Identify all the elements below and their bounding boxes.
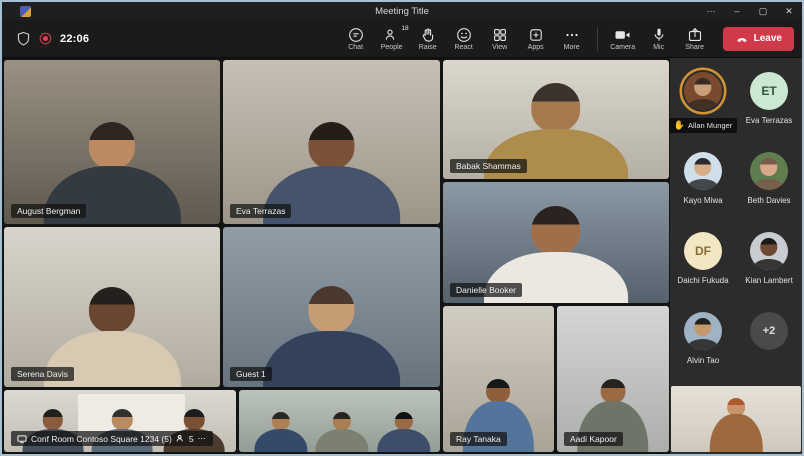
apps-button[interactable]: Apps xyxy=(518,25,554,53)
camera-button[interactable]: Camera xyxy=(605,25,641,53)
raise-hand-icon xyxy=(420,27,436,43)
meeting-timer: 22:06 xyxy=(60,33,89,45)
meeting-toolbar: 22:06 Chat 18 People xyxy=(2,20,802,58)
window-more-button[interactable]: ⋯ xyxy=(698,2,724,20)
participant-name-label: Ray Tanaka xyxy=(450,432,507,446)
self-figure xyxy=(706,386,766,452)
chat-icon xyxy=(348,27,364,43)
video-stage: August Bergman Eva Terrazas Serena Davis… xyxy=(2,58,802,454)
participant-name-label: Guest 1 xyxy=(230,367,272,381)
room-people-count: 5 xyxy=(189,434,194,444)
people-icon xyxy=(384,27,400,43)
room-person-figure xyxy=(311,399,371,452)
view-grid-icon xyxy=(492,27,508,43)
toolbar-buttons: Chat 18 People Raise xyxy=(338,25,794,53)
video-tile-serena-davis[interactable]: Serena Davis xyxy=(4,227,220,387)
avatar xyxy=(684,152,722,190)
toolbar-divider xyxy=(597,27,598,51)
mic-button[interactable]: Mic xyxy=(641,25,677,53)
raised-hand-ring xyxy=(682,70,724,112)
recording-indicator-icon xyxy=(38,31,53,46)
raised-hand-icon: ✋ xyxy=(674,120,685,131)
people-button[interactable]: 18 People xyxy=(374,25,410,53)
avatar xyxy=(750,232,788,270)
title-bar: Meeting Title ⋯ – ▢ ✕ xyxy=(2,2,802,20)
video-tile-guest-1[interactable]: Guest 1 xyxy=(223,227,440,387)
avatar xyxy=(684,72,722,110)
participant-name: Alvin Tao xyxy=(687,356,719,365)
room-more-icon[interactable]: ⋯ xyxy=(198,433,208,444)
raise-hand-button[interactable]: Raise xyxy=(410,25,446,53)
leave-button[interactable]: Leave xyxy=(723,27,794,51)
teams-meeting-window: Meeting Title ⋯ – ▢ ✕ 22:06 Chat xyxy=(0,0,804,456)
window-controls: ⋯ – ▢ ✕ xyxy=(698,2,802,20)
participant-name: Kian Lambert xyxy=(745,276,793,285)
video-tile-august-bergman[interactable]: August Bergman xyxy=(4,60,220,224)
leave-label: Leave xyxy=(754,33,782,44)
video-tile-room-camera-2[interactable] xyxy=(239,390,440,452)
sidebar-participant-beth-davies[interactable]: Beth Davies xyxy=(736,148,802,228)
share-screen-icon xyxy=(687,27,703,43)
room-people-icon xyxy=(176,434,185,443)
more-dots-icon xyxy=(564,27,580,43)
video-tile-aadi-kapoor[interactable]: Aadi Kapoor xyxy=(557,306,669,452)
participant-name-label: Serena Davis xyxy=(11,367,74,381)
room-person-figure xyxy=(251,399,311,452)
app-logo-icon xyxy=(20,6,31,17)
participant-name: Beth Davies xyxy=(747,196,790,205)
mic-icon xyxy=(651,27,667,43)
conf-room-label: Conf Room Contoso Square 1234 (5) 5 ⋯ xyxy=(11,431,213,446)
camera-icon xyxy=(614,27,631,43)
sidebar-participant-kayo-miwa[interactable]: Kayo Miwa xyxy=(670,148,736,228)
shield-icon xyxy=(16,31,31,46)
share-button[interactable]: Share xyxy=(677,25,713,53)
minimize-button[interactable]: – xyxy=(724,2,750,20)
sidebar-participant-kian-lambert[interactable]: Kian Lambert xyxy=(736,228,802,308)
self-view-tile[interactable] xyxy=(671,386,801,452)
sidebar-participant-alvin-tao[interactable]: Alvin Tao xyxy=(670,308,736,388)
sidebar-overflow-participants[interactable]: +2 xyxy=(736,308,802,388)
chat-button[interactable]: Chat xyxy=(338,25,374,53)
participant-name-label: Eva Terrazas xyxy=(230,204,291,218)
participant-figure xyxy=(253,259,409,387)
participants-sidebar: ✋ Allan Munger ET Eva Terrazas Kayo Miwa… xyxy=(670,58,802,454)
participant-name: Daichi Fukuda xyxy=(677,276,728,285)
apps-plus-icon xyxy=(528,27,544,43)
view-button[interactable]: View xyxy=(482,25,518,53)
participant-roster: ✋ Allan Munger ET Eva Terrazas Kayo Miwa… xyxy=(670,58,802,388)
window-title: Meeting Title xyxy=(2,6,802,17)
avatar: DF xyxy=(684,232,722,270)
participant-name-label: Aadi Kapoor xyxy=(564,432,623,446)
react-smiley-icon xyxy=(456,27,472,43)
people-count-badge: 18 xyxy=(401,25,408,32)
room-person-figure xyxy=(374,399,434,452)
avatar: ET xyxy=(750,72,788,110)
participant-name: Eva Terrazas xyxy=(746,116,793,125)
more-button[interactable]: More xyxy=(554,25,590,53)
video-tile-babak-shammas[interactable]: Babak Shammas xyxy=(443,60,669,179)
participant-name: ✋ Allan Munger xyxy=(669,118,737,133)
overflow-count-badge: +2 xyxy=(750,312,788,350)
react-button[interactable]: React xyxy=(446,25,482,53)
maximize-button[interactable]: ▢ xyxy=(750,2,776,20)
avatar xyxy=(684,312,722,350)
room-screen-icon xyxy=(17,434,27,444)
participant-name-label: Danielle Booker xyxy=(450,283,522,297)
sidebar-participant-daichi-fukuda[interactable]: DF Daichi Fukuda xyxy=(670,228,736,308)
avatar xyxy=(750,152,788,190)
video-tile-ray-tanaka[interactable]: Ray Tanaka xyxy=(443,306,554,452)
close-button[interactable]: ✕ xyxy=(776,2,802,20)
sidebar-participant-eva-terrazas[interactable]: ET Eva Terrazas xyxy=(736,68,802,148)
sidebar-participant-allan-munger[interactable]: ✋ Allan Munger xyxy=(670,68,736,148)
video-tile-danielle-booker[interactable]: Danielle Booker xyxy=(443,182,669,303)
video-tile-eva-terrazas[interactable]: Eva Terrazas xyxy=(223,60,440,224)
participant-name: Kayo Miwa xyxy=(683,196,722,205)
participant-name-label: Babak Shammas xyxy=(450,159,527,173)
participant-name-label: August Bergman xyxy=(11,204,86,218)
hang-up-icon xyxy=(735,33,749,45)
meeting-info: 22:06 xyxy=(16,31,89,46)
video-tile-conf-room[interactable]: Conf Room Contoso Square 1234 (5) 5 ⋯ xyxy=(4,390,236,452)
